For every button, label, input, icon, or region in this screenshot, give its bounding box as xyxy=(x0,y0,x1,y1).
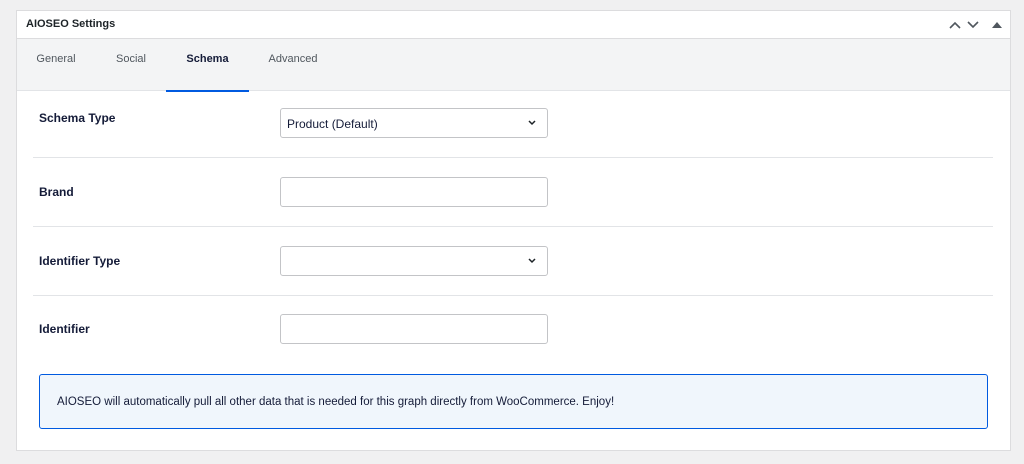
notice-text: AIOSEO will automatically pull all other… xyxy=(57,396,615,408)
identifier-type-label: Identifier Type xyxy=(39,254,121,268)
settings-tabs: General Social Schema Advanced xyxy=(17,39,1010,92)
panel-title: AIOSEO Settings xyxy=(26,18,116,30)
chevron-down-icon xyxy=(967,21,979,29)
schema-type-label: Schema Type xyxy=(39,111,116,125)
row-divider xyxy=(33,295,993,296)
tab-social[interactable]: Social xyxy=(105,39,157,91)
toggle-panel-button[interactable] xyxy=(988,16,1006,34)
chevron-down-icon xyxy=(528,120,536,126)
triangle-up-icon xyxy=(992,22,1002,28)
aioseo-settings-panel: AIOSEO Settings General Social Schema Ad… xyxy=(16,10,1011,451)
move-up-button[interactable] xyxy=(946,16,964,34)
move-down-button[interactable] xyxy=(964,16,982,34)
schema-type-value: Product (Default) xyxy=(287,117,378,131)
row-divider xyxy=(33,226,993,227)
schema-type-select[interactable]: Product (Default) xyxy=(280,108,548,138)
row-divider xyxy=(33,157,993,158)
panel-header: AIOSEO Settings xyxy=(17,11,1010,39)
info-notice: AIOSEO will automatically pull all other… xyxy=(39,374,988,429)
identifier-input[interactable] xyxy=(280,314,548,344)
brand-input[interactable] xyxy=(280,177,548,207)
chevron-up-icon xyxy=(949,21,961,29)
tab-advanced[interactable]: Advanced xyxy=(258,39,328,91)
tab-schema[interactable]: Schema xyxy=(166,39,249,92)
identifier-label: Identifier xyxy=(39,322,90,336)
tab-general[interactable]: General xyxy=(27,39,85,91)
identifier-type-select[interactable] xyxy=(280,246,548,276)
chevron-down-icon xyxy=(528,258,536,264)
brand-label: Brand xyxy=(39,185,74,199)
